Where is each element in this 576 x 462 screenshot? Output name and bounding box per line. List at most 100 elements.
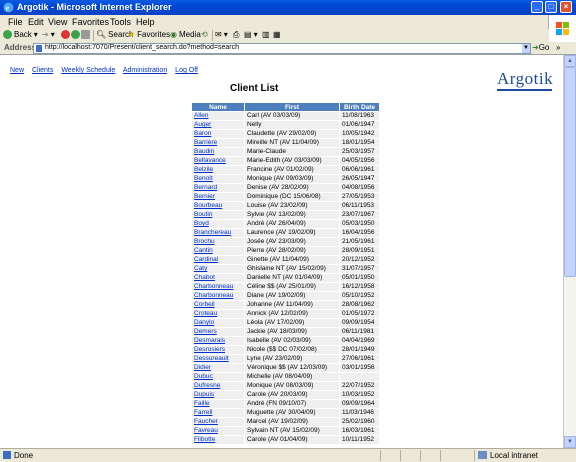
client-name-link[interactable]: Faille xyxy=(194,400,210,407)
table-row: Charbonneau Céline $$ (AV 25/01/09) 16/12/… xyxy=(192,283,379,291)
address-input[interactable]: http://localhost:7070/Present/client_sea… xyxy=(33,43,531,54)
nav-clients-link[interactable]: Clients xyxy=(32,67,53,74)
client-name-link[interactable]: Dubuc xyxy=(194,373,213,380)
client-name-link[interactable]: Baudin xyxy=(194,148,214,155)
refresh-button[interactable] xyxy=(71,30,80,39)
links-button[interactable]: » xyxy=(556,43,560,52)
window-title: Argotik - Microsoft Internet Explorer xyxy=(17,2,172,12)
client-name-link[interactable]: Cardinal xyxy=(194,256,218,263)
client-name-link[interactable]: Benoît xyxy=(194,175,213,182)
client-birth-date: 04/05/1956 xyxy=(340,157,379,165)
favorites-button[interactable]: ★ Favorites xyxy=(128,30,170,39)
scroll-up-arrow-icon[interactable]: ▲ xyxy=(564,55,576,67)
menu-edit[interactable]: Edit xyxy=(28,17,44,27)
client-name-link[interactable]: Auger xyxy=(194,121,211,128)
client-birth-date: 23/07/1967 xyxy=(340,211,379,219)
status-panel-divider xyxy=(474,450,475,461)
messenger-button[interactable]: ▦ xyxy=(273,30,281,39)
client-name-link[interactable]: Farrell xyxy=(194,409,212,416)
menu-favorites[interactable]: Favorites xyxy=(72,17,109,27)
history-button[interactable]: ⟲ xyxy=(201,30,208,39)
refresh-icon xyxy=(71,30,80,39)
discuss-button[interactable]: ▥ xyxy=(262,30,270,39)
stop-button[interactable] xyxy=(61,30,70,39)
client-name-link[interactable]: Baron xyxy=(194,130,211,137)
table-row: Dupuis Carole (AV 20/03/09) 10/03/1952 xyxy=(192,391,379,399)
forward-button[interactable]: ➔ ▾ xyxy=(42,30,55,39)
client-first: Muguette (AV 30/04/09) xyxy=(245,409,339,417)
client-name-link[interactable]: Demers xyxy=(194,328,217,335)
client-name-link[interactable]: Branchereau xyxy=(194,229,231,236)
client-birth-date: 04/04/1969 xyxy=(340,337,379,345)
client-name-link[interactable]: Didier xyxy=(194,364,211,371)
client-name-link[interactable]: Chabot xyxy=(194,274,215,281)
client-name-link[interactable]: Belzile xyxy=(194,166,213,173)
client-name-link[interactable]: Bellavance xyxy=(194,157,226,164)
client-first: Ghislaine NT (AV 15/02/09) xyxy=(245,265,339,273)
column-header-birth-date[interactable]: Birth Date xyxy=(340,103,379,111)
client-name-link[interactable]: Danylo xyxy=(194,319,214,326)
client-birth-date: 11/08/1963 xyxy=(340,112,379,120)
nav-administration-link[interactable]: Administration xyxy=(123,67,167,74)
client-name-link[interactable]: Caty xyxy=(194,265,207,272)
table-cell: Dupuis xyxy=(192,391,244,399)
address-label: Address xyxy=(4,43,37,52)
messenger-icon: ▦ xyxy=(273,30,281,39)
client-name-link[interactable]: Corbeil xyxy=(194,301,215,308)
table-row: Charbonneau Diane (AV 19/02/09) 05/10/1952 xyxy=(192,292,379,300)
media-button[interactable]: ◉ Media xyxy=(170,30,201,39)
table-cell: Didier xyxy=(192,364,244,372)
client-name-link[interactable]: Bourbeau xyxy=(194,202,222,209)
client-name-link[interactable]: Dupuis xyxy=(194,391,214,398)
close-button[interactable]: × xyxy=(560,1,572,13)
client-name-link[interactable]: Allen xyxy=(194,112,208,119)
client-name-link[interactable]: Charbonneau xyxy=(194,292,233,299)
client-birth-date: 27/05/1953 xyxy=(340,193,379,201)
table-cell: Dessureault xyxy=(192,355,244,363)
client-name-link[interactable]: Faucher xyxy=(194,418,218,425)
client-first: Monique (AV 09/03/09) xyxy=(245,175,339,183)
table-row: Corbeil Johanne (AV 11/04/09) 28/08/1962 xyxy=(192,301,379,309)
menu-file[interactable]: File xyxy=(8,17,23,27)
client-name-link[interactable]: Boyd xyxy=(194,220,209,227)
client-name-link[interactable]: Desmarais xyxy=(194,337,225,344)
back-button[interactable]: Back ▾ xyxy=(3,30,38,39)
nav-new-link[interactable]: New xyxy=(10,67,24,74)
column-header-name[interactable]: Name xyxy=(192,103,244,111)
print-button[interactable]: ⎙ xyxy=(233,30,239,40)
chevron-down-icon[interactable]: ▼ xyxy=(522,44,530,53)
client-name-link[interactable]: Cantin xyxy=(194,247,213,254)
table-cell: Desmarais xyxy=(192,337,244,345)
client-name-link[interactable]: Flibotte xyxy=(194,436,215,443)
home-button[interactable] xyxy=(81,30,90,39)
client-name-link[interactable]: Dufresne xyxy=(194,382,220,389)
nav-weekly-schedule-link[interactable]: Weekly Schedule xyxy=(61,67,115,74)
minimize-button[interactable]: _ xyxy=(531,1,543,13)
client-name-link[interactable]: Desrosiers xyxy=(194,346,225,353)
menu-help[interactable]: Help xyxy=(136,17,155,27)
menu-tools[interactable]: Tools xyxy=(110,17,131,27)
scrollbar-thumb[interactable] xyxy=(564,67,576,277)
nav-logoff-link[interactable]: Log Off xyxy=(175,67,198,74)
client-name-link[interactable]: Brochu xyxy=(194,238,215,245)
client-name-link[interactable]: Boutin xyxy=(194,211,212,218)
client-name-link[interactable]: Favreau xyxy=(194,427,218,434)
table-row: Desmarais Isabelle (AV 02/03/09) 04/04/196… xyxy=(192,337,379,345)
maximize-button[interactable]: □ xyxy=(545,1,557,13)
client-birth-date: 21/05/1961 xyxy=(340,238,379,246)
go-button[interactable]: ➜Go xyxy=(532,43,549,52)
column-header-first[interactable]: First xyxy=(245,103,339,111)
edit-button[interactable]: ▤ ▾ xyxy=(244,30,258,39)
client-name-link[interactable]: Charbonneau xyxy=(194,283,233,290)
table-row: Boutin Sylvie (AV 13/02/09) 23/07/1967 xyxy=(192,211,379,219)
client-name-link[interactable]: Bernier xyxy=(194,193,215,200)
table-cell: Demers xyxy=(192,328,244,336)
client-name-link[interactable]: Dessureault xyxy=(194,355,229,362)
vertical-scrollbar[interactable]: ▲ ▼ xyxy=(563,55,576,448)
client-name-link[interactable]: Bernard xyxy=(194,184,217,191)
client-name-link[interactable]: Croteau xyxy=(194,310,217,317)
mail-button[interactable]: ✉ ▾ xyxy=(215,30,228,39)
client-name-link[interactable]: Barrière xyxy=(194,139,217,146)
menu-view[interactable]: View xyxy=(48,17,67,27)
scroll-down-arrow-icon[interactable]: ▼ xyxy=(564,436,576,448)
